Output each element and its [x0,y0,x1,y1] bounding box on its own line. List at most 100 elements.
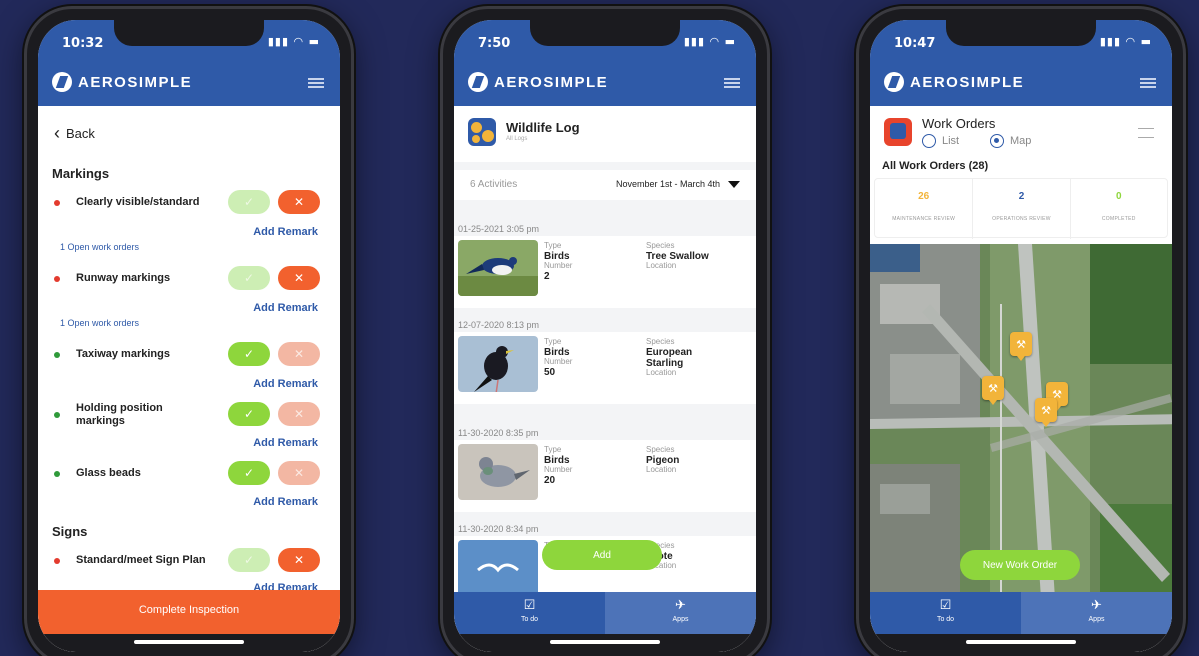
app-header: AEROSIMPLE [870,60,1172,106]
filter-sliders-icon[interactable] [1138,128,1154,138]
stat-value: 26 [918,191,930,202]
module-header: Wildlife Log All Logs [454,106,756,162]
clipboard-check-icon: ☑ [523,598,536,613]
pass-button[interactable]: ✓ [228,402,270,426]
work-order-pin[interactable]: ⚒ [1010,332,1032,361]
tab-todo-label: To do [520,616,539,623]
pass-button[interactable]: ✓ [228,190,270,214]
status-dot-red [54,200,60,206]
stat-operations-review[interactable]: 2 OPERATIONS REVIEW [972,179,1069,239]
bottom-tab-bar: ☑ To do ✈ Apps [870,592,1172,634]
checklist-item: Holding position markings ✓ ✕ [52,402,322,428]
wildlife-entry[interactable]: Type Birds Number 20 Species Pigeon Loca… [454,440,756,512]
date-range-select[interactable]: November 1st - March 4th [616,179,720,189]
number-label: Number [544,464,573,474]
number-value: 20 [544,474,556,486]
status-dot-red [54,558,60,564]
airplane-icon: ✈ [1091,598,1102,613]
pass-button[interactable]: ✓ [228,266,270,290]
add-remark-link[interactable]: Add Remark [253,302,318,314]
caret-down-icon[interactable] [728,181,740,188]
add-button[interactable]: Add [542,540,662,570]
inspection-form: ‹ Back Markings Clearly visible/standard… [38,106,340,652]
airport-map[interactable]: ⚒ ⚒ ⚒ ⚒ [870,244,1172,592]
add-remark-link[interactable]: Add Remark [253,437,318,449]
home-indicator[interactable] [134,640,244,644]
notch [946,20,1096,46]
notch [530,20,680,46]
status-dot-green [54,412,60,418]
item-label: Clearly visible/standard [76,196,200,208]
view-list-radio[interactable]: List [922,134,959,148]
module-subtitle: All Logs [506,136,528,142]
satellite-map-image [870,244,1172,592]
tab-apps-label: Apps [1088,616,1105,623]
signal-wifi-battery-icon: ▮▮▮ ◠ ▬ [1099,35,1152,48]
tab-todo[interactable]: ☑ To do [454,592,605,634]
fail-button[interactable]: ✕ [278,548,320,572]
stat-label: COMPLETED [1101,216,1136,222]
stat-value: 0 [1116,191,1122,202]
tab-apps[interactable]: ✈ Apps [605,592,756,634]
pass-button[interactable]: ✓ [228,548,270,572]
status-dot-green [54,352,60,358]
wildlife-log: Wildlife Log All Logs 6 Activities Novem… [454,106,756,652]
view-map-radio[interactable]: Map [990,134,1031,148]
phone-wildlife-log: 7:50 ▮▮▮ ◠ ▬ AEROSIMPLE Wildlife Log All… [440,6,770,656]
screen: 10:32 ▮▮▮ ◠ ▬ AEROSIMPLE ‹ Back Markings… [38,20,340,652]
wildlife-entry[interactable]: Type Birds Number 2 Species Tree Swallow… [454,236,756,308]
work-order-pin[interactable]: ⚒ [982,376,1004,405]
status-time: 7:50 [478,36,511,51]
new-work-order-button[interactable]: New Work Order [960,550,1080,580]
fail-button[interactable]: ✕ [278,342,320,366]
pass-button[interactable]: ✓ [228,461,270,485]
fail-button[interactable]: ✕ [278,461,320,485]
signal-wifi-battery-icon: ▮▮▮ ◠ ▬ [683,35,736,48]
stat-label: MAINTENANCE REVIEW [892,216,956,222]
add-remark-link[interactable]: Add Remark [253,226,318,238]
fail-button[interactable]: ✕ [278,402,320,426]
home-indicator[interactable] [966,640,1076,644]
work-order-pin[interactable]: ⚒ [1035,398,1057,427]
status-dot-green [54,471,60,477]
back-button[interactable]: ‹ Back [54,124,95,142]
item-label: Runway markings [76,272,171,284]
status-time: 10:32 [62,36,104,51]
clipboard-check-icon: ☑ [939,598,952,613]
species-label: Species [646,445,675,454]
fail-button[interactable]: ✕ [278,190,320,214]
stat-completed[interactable]: 0 COMPLETED [1069,179,1167,239]
status-dot-red [54,276,60,282]
complete-inspection-button[interactable]: Complete Inspection [38,590,340,634]
add-remark-link[interactable]: Add Remark [253,378,318,390]
add-remark-link[interactable]: Add Remark [253,496,318,508]
type-number-column: Type Birds Number 2 [544,241,573,281]
stat-maintenance-review[interactable]: 26 MAINTENANCE REVIEW [875,179,972,239]
view-list-label: List [942,135,960,147]
status-bar: 10:32 ▮▮▮ ◠ ▬ [38,20,340,60]
open-work-orders-link[interactable]: 1 Open work orders [60,242,139,252]
menu-icon[interactable] [1140,78,1156,88]
pass-button[interactable]: ✓ [228,342,270,366]
open-work-orders-link[interactable]: 1 Open work orders [60,318,139,328]
home-indicator[interactable] [550,640,660,644]
number-label: Number [544,260,573,270]
checklist-item: Taxiway markings ✓ ✕ [52,342,322,368]
number-label: Number [544,356,573,366]
menu-icon[interactable] [724,78,740,88]
wildlife-app-icon [468,118,496,146]
tab-todo[interactable]: ☑ To do [870,592,1021,634]
radio-selected-icon [990,134,1004,148]
fail-button[interactable]: ✕ [278,266,320,290]
entry-date: 11-30-2020 8:34 pm [458,524,539,534]
menu-icon[interactable] [308,78,324,88]
species-label: Species [646,241,675,250]
module-title: Work Orders [922,116,996,131]
notch [114,20,264,46]
aerosimple-logo-icon [52,72,72,92]
wildlife-entry[interactable]: Type Birds Number 50 Species European St… [454,332,756,404]
status-time: 10:47 [894,36,936,51]
airplane-icon: ✈ [675,598,686,613]
tab-apps[interactable]: ✈ Apps [1021,592,1172,634]
filter-row: 6 Activities November 1st - March 4th [454,170,756,200]
